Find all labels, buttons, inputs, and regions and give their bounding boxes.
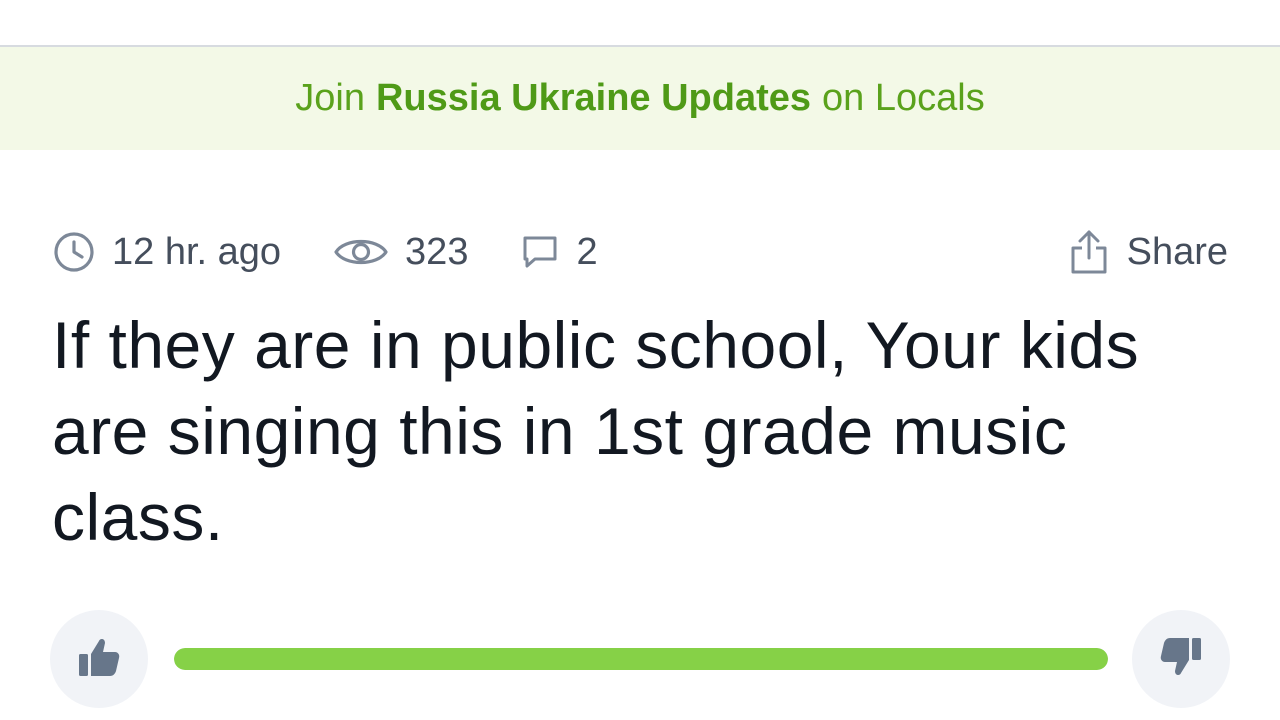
vote-ratio-fill <box>174 648 1108 670</box>
join-community-banner[interactable]: Join Russia Ukraine Updates on Locals <box>0 47 1280 150</box>
post-time-text: 12 hr. ago <box>112 230 282 273</box>
post-time: 12 hr. ago <box>52 230 281 274</box>
thumbs-up-icon <box>75 633 123 686</box>
share-label: Share <box>1126 230 1228 273</box>
vote-ratio-bar <box>174 648 1108 670</box>
downvote-button[interactable] <box>1132 610 1230 708</box>
post-comments-count: 2 <box>576 230 598 273</box>
post-views-count: 323 <box>405 230 469 273</box>
thumbs-down-icon <box>1157 633 1205 686</box>
share-upload-icon <box>1069 228 1109 276</box>
vote-row <box>50 610 1230 708</box>
eye-icon <box>333 230 389 274</box>
post-comments[interactable]: 2 <box>520 230 598 274</box>
post-title: If they are in public school, Your kids … <box>52 308 1140 554</box>
banner-suffix: on Locals <box>822 77 985 119</box>
post-views: 323 <box>333 230 468 274</box>
share-button[interactable]: Share <box>1069 222 1228 282</box>
banner-community-name[interactable]: Russia Ukraine Updates <box>376 77 811 120</box>
clock-icon <box>52 230 96 274</box>
post-meta: 12 hr. ago 323 2 <box>52 222 650 282</box>
upvote-button[interactable] <box>50 610 148 708</box>
banner-prefix: Join <box>295 77 365 119</box>
comment-icon <box>520 232 560 272</box>
post-page: Join Russia Ukraine Updates on Locals 12… <box>0 0 1280 720</box>
